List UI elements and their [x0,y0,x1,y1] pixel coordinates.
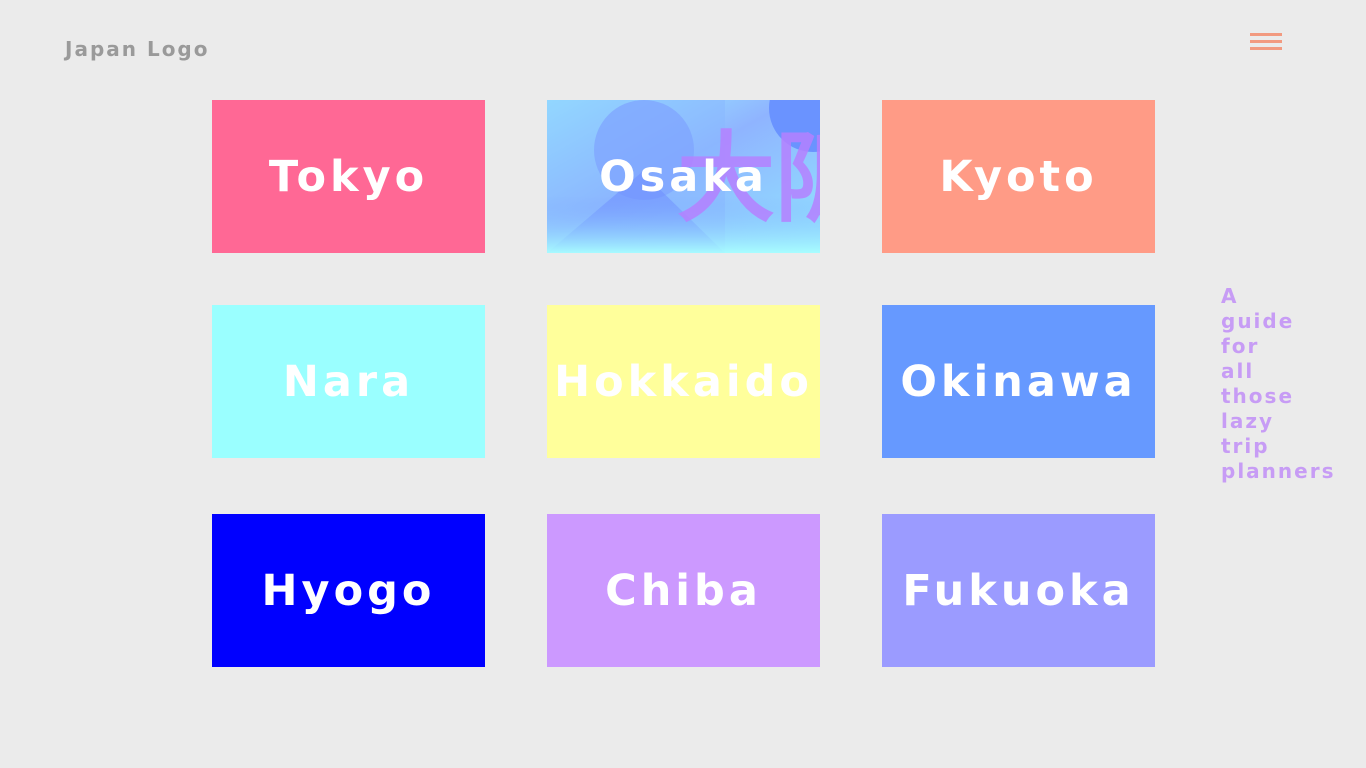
tile-chiba[interactable]: Chiba [547,514,820,667]
tile-okinawa[interactable]: Okinawa [882,305,1155,458]
tagline: A guide for all those lazy trip planners [1221,284,1336,483]
tile-label: Kyoto [939,151,1098,202]
tile-label: Nara [282,356,415,407]
tile-osaka[interactable]: 大阪 Osaka [547,100,820,253]
hamburger-menu-icon[interactable] [1248,31,1284,59]
tile-fukuoka[interactable]: Fukuoka [882,514,1155,667]
tile-label: Okinawa [900,356,1137,407]
tile-tokyo[interactable]: Tokyo [212,100,485,253]
menu-line [1250,40,1282,43]
tile-label: Tokyo [268,151,429,202]
tile-kyoto[interactable]: Kyoto [882,100,1155,253]
tile-hyogo[interactable]: Hyogo [212,514,485,667]
tile-label: Hokkaido [554,356,813,407]
tile-label: Hyogo [261,565,436,616]
tile-hokkaido[interactable]: Hokkaido [547,305,820,458]
tile-label: Fukuoka [902,565,1135,616]
tile-nara[interactable]: Nara [212,305,485,458]
tile-label: Osaka [599,151,768,202]
tile-label: Chiba [605,565,762,616]
menu-line [1250,33,1282,36]
menu-line [1250,47,1282,50]
logo[interactable]: Japan Logo [65,37,210,61]
